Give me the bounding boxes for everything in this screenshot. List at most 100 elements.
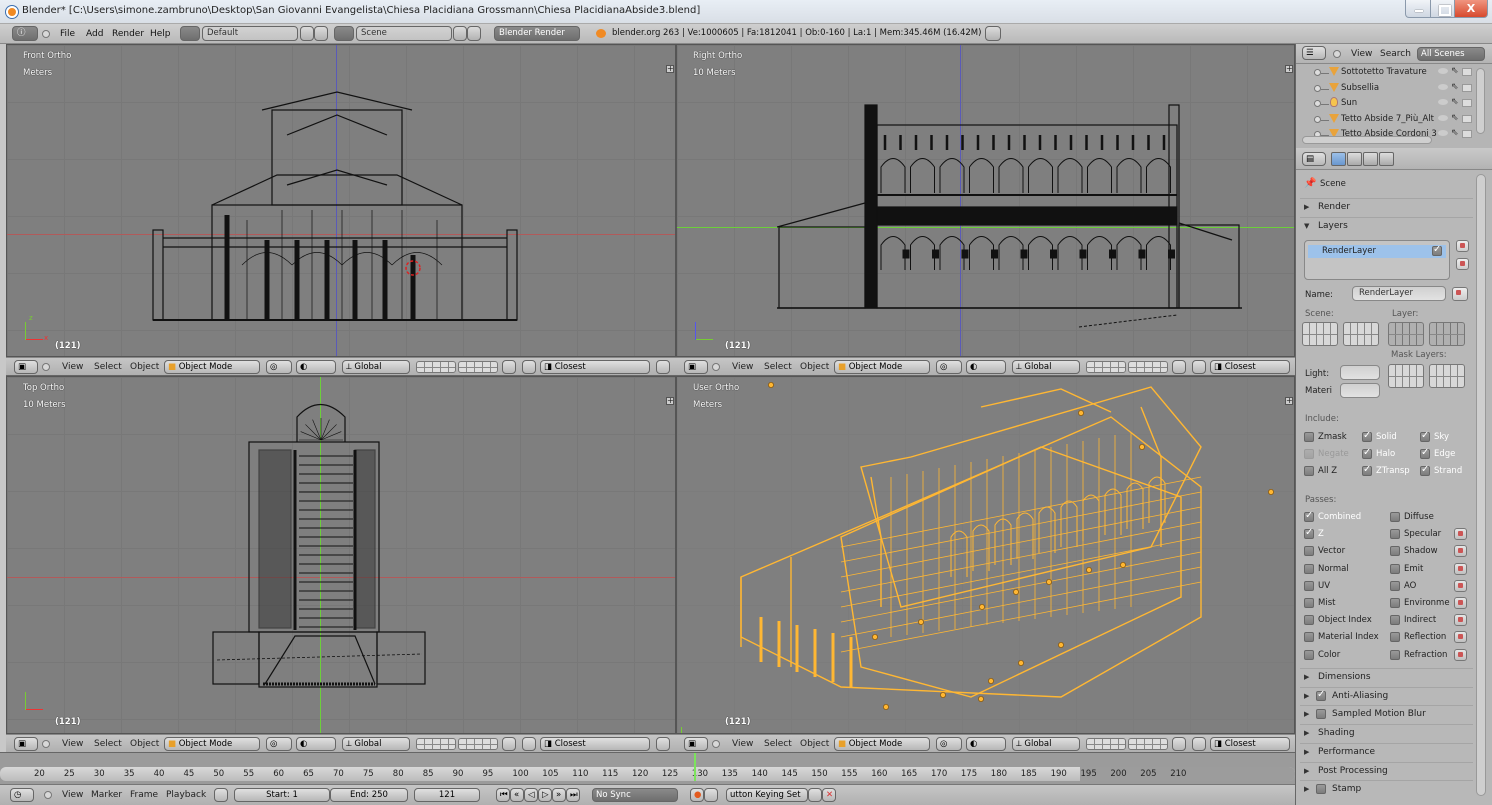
toolshelf-toggle[interactable]: +: [666, 397, 674, 405]
play-button[interactable]: ▷: [538, 788, 552, 802]
collapse-menus-toggle[interactable]: [42, 363, 50, 371]
pass-checkbox[interactable]: [1390, 563, 1400, 574]
next-keyframe-button[interactable]: »: [552, 788, 566, 802]
menu-view[interactable]: View: [732, 362, 753, 372]
mode-select[interactable]: ■ Object Mode: [164, 360, 260, 374]
material-override-field[interactable]: [1340, 383, 1380, 398]
snap-target-select[interactable]: ◨ Closest: [1210, 737, 1290, 751]
viewport-right-ortho[interactable]: Right Ortho 10 Meters + (121): [676, 44, 1295, 357]
orientation-select[interactable]: ⟂ Global: [342, 737, 410, 751]
shading-select[interactable]: ◎: [936, 360, 962, 374]
menu-help[interactable]: Help: [150, 29, 171, 39]
orientation-select[interactable]: ⟂ Global: [342, 360, 410, 374]
sync-mode-select[interactable]: No Sync: [592, 788, 678, 802]
exclude-pass-toggle-icon[interactable]: [1454, 528, 1467, 541]
expand-icon[interactable]: [1314, 69, 1321, 76]
pass-checkbox[interactable]: [1390, 598, 1400, 608]
maximize-button[interactable]: [1430, 0, 1455, 18]
tab-scene[interactable]: [1347, 152, 1362, 166]
collapse-menus-toggle[interactable]: [1333, 50, 1341, 58]
panel-shading[interactable]: ▶ Shading: [1300, 724, 1473, 741]
scene-field[interactable]: Scene: [356, 26, 452, 41]
scene-layers-grid-1[interactable]: [1302, 322, 1338, 346]
pass-checkbox[interactable]: [1390, 580, 1400, 591]
pivot-select[interactable]: ◐: [966, 737, 1006, 751]
insert-keyframe-button[interactable]: [808, 788, 822, 802]
menu-select[interactable]: Select: [764, 362, 792, 372]
exclude-pass-toggle-icon[interactable]: [1454, 648, 1467, 661]
delete-screen-button[interactable]: [314, 26, 328, 41]
play-reverse-button[interactable]: ◁: [524, 788, 538, 802]
visibility-icon[interactable]: [1438, 68, 1448, 74]
display-mode-select[interactable]: All Scenes: [1417, 47, 1485, 61]
include-checkbox[interactable]: [1362, 447, 1372, 459]
snap-toggle-icon[interactable]: [522, 737, 536, 751]
lock-layers-icon[interactable]: [1172, 360, 1186, 374]
layer-buttons-2[interactable]: [1128, 738, 1168, 750]
panel-stamp[interactable]: ▶ Stamp: [1300, 780, 1473, 797]
pivot-select[interactable]: ◐: [296, 737, 336, 751]
menu-object[interactable]: Object: [800, 362, 829, 372]
viewport-top-ortho[interactable]: Top Ortho 10 Meters + (121): [6, 376, 676, 734]
panel-render[interactable]: ▶ Render: [1300, 198, 1473, 215]
collapse-menus-toggle[interactable]: [44, 791, 52, 799]
render-icon[interactable]: [1462, 99, 1472, 107]
timeline-editor[interactable]: 20 25 30 35 40 45 50 55 60 65 70 75 80 85 90 95 100 105 11…: [0, 752, 1295, 784]
pass-checkbox[interactable]: [1390, 546, 1400, 557]
record-button[interactable]: ●: [690, 788, 704, 802]
menu-view[interactable]: View: [1351, 49, 1372, 59]
close-button[interactable]: X: [1454, 0, 1488, 18]
layer-buttons-2[interactable]: [458, 738, 498, 750]
include-checkbox[interactable]: [1362, 464, 1372, 476]
pass-checkbox[interactable]: [1390, 512, 1400, 522]
exclude-pass-toggle-icon[interactable]: [1454, 545, 1467, 558]
pass-checkbox[interactable]: [1304, 563, 1314, 574]
mode-select[interactable]: ■ Object Mode: [834, 360, 930, 374]
menu-view[interactable]: View: [62, 739, 83, 749]
include-checkbox[interactable]: [1420, 464, 1430, 476]
delete-keyframe-button[interactable]: ✕: [822, 788, 836, 802]
orientation-select[interactable]: ⟂ Global: [1012, 360, 1080, 374]
outliner-item[interactable]: Sottotetto Travature ⇖: [1296, 65, 1476, 80]
keying-icon[interactable]: [704, 788, 718, 802]
shading-select[interactable]: ◎: [266, 360, 292, 374]
snap-toggle-icon[interactable]: [1192, 360, 1206, 374]
delete-scene-button[interactable]: [467, 26, 481, 41]
panel-performance[interactable]: ▶ Performance: [1300, 742, 1473, 760]
layer-buttons-1[interactable]: [1086, 738, 1126, 750]
editor-type-button[interactable]: ⓘ: [12, 26, 38, 41]
minimize-button[interactable]: [1405, 0, 1431, 18]
exclude-pass-toggle-icon[interactable]: [1454, 597, 1467, 609]
selectable-icon[interactable]: ⇖: [1451, 128, 1459, 138]
expand-icon[interactable]: [1314, 100, 1321, 107]
layer-buttons-1[interactable]: [416, 361, 456, 373]
toolshelf-toggle[interactable]: +: [1285, 65, 1293, 73]
editor-type-button[interactable]: ▣: [14, 360, 38, 374]
add-scene-button[interactable]: [453, 26, 467, 41]
panel-post-processing[interactable]: ▶ Post Processing: [1300, 761, 1473, 779]
current-frame-field[interactable]: 121: [414, 788, 480, 802]
viewport-user-ortho[interactable]: User Ortho Meters + (121): [676, 376, 1295, 734]
selectable-icon[interactable]: ⇖: [1451, 82, 1459, 92]
pass-checkbox[interactable]: [1304, 527, 1314, 540]
menu-view[interactable]: View: [732, 739, 753, 749]
end-frame-field[interactable]: End: 250: [330, 788, 408, 802]
panel-sampled-motion-blur[interactable]: ▶ Sampled Motion Blur: [1300, 705, 1473, 722]
outliner-item[interactable]: Sun ⇖: [1296, 96, 1476, 111]
exclude-pass-toggle-icon[interactable]: [1454, 562, 1467, 575]
pass-checkbox[interactable]: [1390, 615, 1400, 626]
include-checkbox[interactable]: [1420, 447, 1430, 459]
layer-buttons-1[interactable]: [416, 738, 456, 750]
include-checkbox[interactable]: [1304, 466, 1314, 476]
render-layer-list[interactable]: RenderLayer: [1304, 240, 1450, 280]
lock-layers-icon[interactable]: [502, 360, 516, 374]
outliner-scrollbar[interactable]: [1476, 68, 1485, 134]
render-layer-enabled-checkbox[interactable]: [1432, 244, 1442, 256]
remove-render-layer-button[interactable]: [1456, 258, 1469, 270]
visibility-icon[interactable]: [1438, 83, 1448, 90]
pass-checkbox[interactable]: [1390, 649, 1400, 660]
menu-view[interactable]: View: [62, 790, 83, 800]
menu-playback[interactable]: Playback: [166, 790, 206, 800]
selectable-icon[interactable]: ⇖: [1451, 97, 1459, 107]
menu-select[interactable]: Select: [94, 739, 122, 749]
